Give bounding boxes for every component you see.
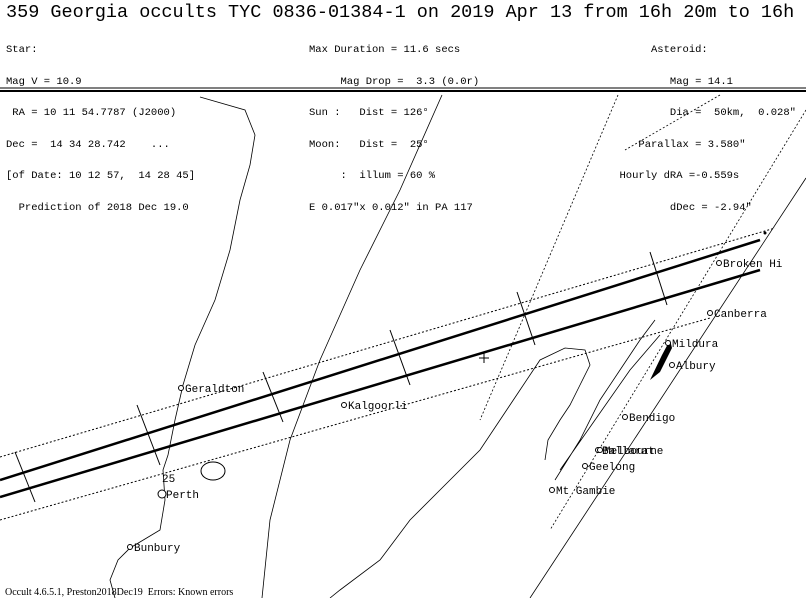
city-marker <box>597 447 603 453</box>
city-marker <box>669 362 675 368</box>
city-marker <box>127 544 133 550</box>
coastline-west <box>109 96 256 598</box>
twilight-limit <box>261 94 443 598</box>
city-label: Geelong <box>589 462 635 474</box>
city-marker <box>665 340 671 346</box>
city-marker <box>178 385 184 391</box>
city-label: Geraldton <box>185 384 244 396</box>
sun-limit-line <box>529 177 806 598</box>
city-marker <box>622 414 628 420</box>
city-label: Bendigo <box>629 413 675 425</box>
dot-marker <box>763 231 767 235</box>
label-25: 25 <box>162 474 175 486</box>
limit-dotted <box>479 94 619 421</box>
city-marker <box>582 463 588 469</box>
city-label: Broken Hi <box>723 259 783 271</box>
city-label: Canberra <box>714 309 767 321</box>
ellipse-marker <box>200 461 226 481</box>
city-marker <box>549 487 555 493</box>
occultation-map: 359 Georgia occults TYC 0836-01384-1 on … <box>0 0 806 598</box>
city-label: Kalgoorli <box>348 401 408 413</box>
map-canvas: 25 Geraldton Kalgoorli Perth Bunbury Broken … <box>0 87 806 598</box>
city-label: Bunbury <box>134 543 181 555</box>
limit-dotted <box>624 94 721 151</box>
city-label: Mildura <box>672 339 719 351</box>
city-marker <box>707 310 713 316</box>
footer-text: Occult 4.6.5.1, Preston2018Dec19 Errors:… <box>5 587 234 598</box>
city-label: Mt Gambie <box>556 486 615 498</box>
path-south-edge <box>0 268 761 499</box>
city-label: Perth <box>166 490 199 502</box>
city-marker <box>341 402 347 408</box>
city-marker <box>716 260 722 266</box>
city-label: Melbourne <box>604 446 663 458</box>
path-north-edge <box>0 238 761 482</box>
city-label: Albury <box>676 361 716 373</box>
city-marker <box>157 489 167 499</box>
